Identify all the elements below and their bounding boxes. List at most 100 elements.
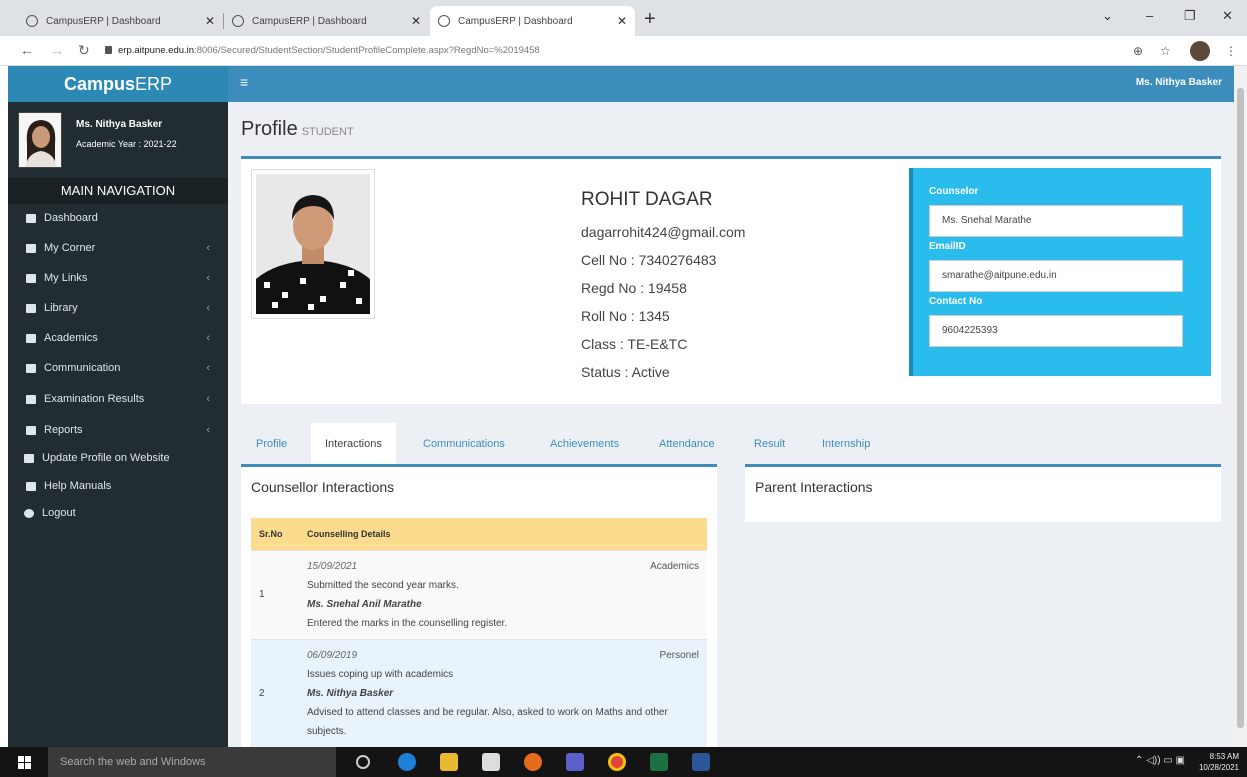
menu-kebab-icon[interactable]: ⋮ <box>1225 44 1237 58</box>
file-explorer-icon[interactable] <box>440 753 458 771</box>
parent-interactions-panel: Parent Interactions <box>745 464 1221 522</box>
email-label: EmailID <box>929 241 966 252</box>
bookmark-star-icon[interactable]: ☆ <box>1160 44 1171 58</box>
firefox-icon[interactable] <box>524 753 542 771</box>
sidebar-item-my-links[interactable]: My Links ‹ <box>8 264 228 292</box>
brand-prefix: Campus <box>63 73 135 94</box>
student-info: ROHIT DAGAR dagarrohit424@gmail.com Cell… <box>581 189 745 386</box>
scrollbar-thumb[interactable] <box>1237 88 1244 728</box>
close-window-button[interactable]: ✕ <box>1222 8 1233 24</box>
student-name: ROHIT DAGAR <box>581 189 713 210</box>
sidebar-item-label: Examination Results <box>44 393 145 405</box>
hamburger-menu-icon[interactable]: ≡ <box>240 74 248 90</box>
book-icon <box>26 481 36 491</box>
column-header: Sr.No <box>251 518 299 550</box>
counselor-field[interactable]: Ms. Snehal Marathe <box>929 205 1183 237</box>
power-icon <box>24 508 34 518</box>
zoom-icon[interactable]: ⊕ <box>1133 44 1143 58</box>
user-icon <box>26 273 36 283</box>
page-scrollbar[interactable] <box>1234 66 1247 747</box>
chrome-favicon-icon <box>232 15 244 27</box>
book-icon <box>26 303 36 313</box>
close-tab-icon[interactable]: ✕ <box>205 14 215 28</box>
edge-icon[interactable] <box>398 753 416 771</box>
sidebar-item-library[interactable]: Library ‹ <box>8 294 228 322</box>
interaction-date: 15/09/2021 <box>307 560 358 572</box>
campus-erp-logo[interactable]: Campus ERP <box>8 66 228 102</box>
browser-tab-3[interactable]: CampusERP | Dashboard ✕ <box>430 6 635 36</box>
academic-year: Academic Year : 2021-22 <box>76 139 177 149</box>
sidebar-item-help-manuals[interactable]: Help Manuals <box>8 472 228 500</box>
browser-profile-avatar[interactable] <box>1190 41 1210 61</box>
close-tab-icon[interactable]: ✕ <box>617 14 627 28</box>
sidebar-item-dashboard[interactable]: Dashboard <box>8 204 228 232</box>
details-cell: 06/09/2019 Personel Issues coping up with… <box>299 638 707 747</box>
chevron-left-icon: ‹ <box>206 362 210 374</box>
tab-attendance[interactable]: Attendance <box>659 423 715 465</box>
excel-icon[interactable] <box>650 753 668 771</box>
browser-tab-title: CampusERP | Dashboard <box>252 15 367 27</box>
nav-header: MAIN NAVIGATION <box>8 178 228 204</box>
sidebar-item-label: Academics <box>44 332 98 344</box>
contact-label: Contact No <box>929 296 983 307</box>
sidebar-item-label: Update Profile on Website <box>42 452 170 464</box>
interaction-action: Entered the marks in the counselling reg… <box>307 617 508 629</box>
counselor-email-field[interactable]: smarathe@aitpune.edu.in <box>929 260 1183 292</box>
brand-suffix: ERP <box>135 73 173 94</box>
url-field[interactable]: erp.aitpune.edu.in:8006/Secured/StudentS… <box>118 45 540 56</box>
sidebar-item-label: Library <box>44 302 78 314</box>
table-header-row: Sr.No Counselling Details <box>251 518 707 550</box>
taskbar-clock[interactable]: 8:53 AM 10/28/2021 <box>1199 751 1239 773</box>
student-roll: Roll No : 1345 <box>581 308 670 324</box>
word-icon[interactable] <box>692 753 710 771</box>
sidebar-item-update-profile[interactable]: Update Profile on Website <box>8 444 228 472</box>
teams-icon[interactable] <box>566 753 584 771</box>
sidebar-item-label: Dashboard <box>44 212 98 224</box>
sidebar-item-reports[interactable]: Reports ‹ <box>8 416 228 444</box>
windows-start-icon[interactable] <box>18 756 32 769</box>
sidebar-item-logout[interactable]: Logout <box>8 499 228 527</box>
tab-communications[interactable]: Communications <box>423 423 505 465</box>
sidebar-item-label: Logout <box>42 507 76 519</box>
user-avatar <box>18 112 62 168</box>
close-tab-icon[interactable]: ✕ <box>411 14 421 28</box>
browser-tab-2[interactable]: CampusERP | Dashboard ✕ <box>224 6 429 36</box>
main-content: Profile STUDENT ROHIT DAGAR dagarrohit42… <box>228 102 1234 747</box>
tab-profile[interactable]: Profile <box>256 423 287 465</box>
page-subtitle: STUDENT <box>301 126 354 138</box>
student-email: dagarrohit424@gmail.com <box>581 224 746 240</box>
store-icon[interactable] <box>482 753 500 771</box>
sidebar-item-my-corner[interactable]: My Corner ‹ <box>8 234 228 262</box>
interaction-issue: Issues coping up with academics <box>307 668 454 680</box>
sidebar-item-examination-results[interactable]: Examination Results ‹ <box>8 385 228 413</box>
back-arrow-icon[interactable]: ← <box>20 42 34 58</box>
counselor-contact-field[interactable]: 9604225393 <box>929 315 1183 347</box>
task-view-icon[interactable] <box>356 755 370 769</box>
system-tray-icons[interactable]: ⌃ ◁)) ▭ ▣ <box>1135 755 1185 766</box>
new-tab-button[interactable]: + <box>644 9 656 29</box>
sidebar-item-label: Communication <box>44 362 121 374</box>
table-row: 2 06/09/2019 Personel Issues coping up wi… <box>251 638 707 747</box>
minimize-button[interactable]: – <box>1146 8 1153 23</box>
taskbar-search-input[interactable]: Search the web and Windows <box>48 747 336 777</box>
student-photo <box>251 169 375 319</box>
chevron-left-icon: ‹ <box>206 242 210 254</box>
sidebar-item-label: My Links <box>44 272 88 284</box>
tab-result[interactable]: Result <box>754 423 785 465</box>
folder-icon <box>26 363 36 373</box>
table-row: 1 15/09/2021 Academics Submitted the seco… <box>251 549 707 639</box>
sidebar-item-communication[interactable]: Communication ‹ <box>8 354 228 382</box>
top-navbar: ≡ Ms. Nithya Basker <box>228 66 1234 102</box>
restore-button[interactable]: ❐ <box>1184 8 1196 24</box>
tab-interactions[interactable]: Interactions <box>311 423 396 465</box>
top-user-menu[interactable]: Ms. Nithya Basker <box>1136 77 1222 88</box>
tab-internship[interactable]: Internship <box>822 423 870 465</box>
sidebar-item-academics[interactable]: Academics ‹ <box>8 324 228 352</box>
reload-icon[interactable]: ↻ <box>78 42 90 59</box>
browser-tab-1[interactable]: CampusERP | Dashboard ✕ <box>18 6 223 36</box>
chrome-icon[interactable] <box>608 753 626 771</box>
tab-search-icon[interactable]: ⌄ <box>1102 8 1113 24</box>
tab-achievements[interactable]: Achievements <box>550 423 619 465</box>
lock-icon <box>105 46 112 54</box>
forward-arrow-icon[interactable]: → <box>50 42 64 58</box>
